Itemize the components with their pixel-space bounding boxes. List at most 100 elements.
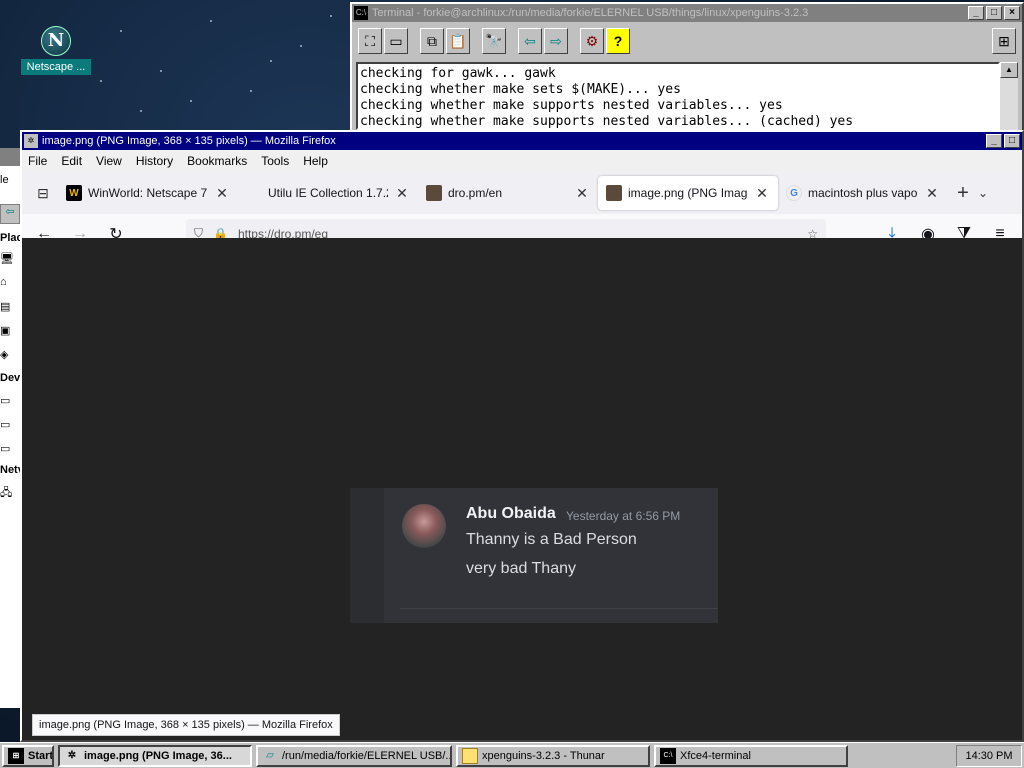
taskbar-item-terminal[interactable]: C:\ Xfce4-terminal (654, 744, 848, 767)
taskbar-item-label: /run/media/forkie/ELERNEL USB/... (282, 749, 452, 762)
close-button[interactable]: × (1004, 6, 1020, 20)
menu-file[interactable]: File (28, 154, 47, 168)
firefox-view-icon[interactable]: ⊟ (28, 178, 58, 208)
maximize-button[interactable]: □ (1004, 134, 1020, 148)
copy-icon[interactable]: ⧉ (420, 28, 444, 54)
back-arrow-icon[interactable]: ⇦ (518, 28, 542, 54)
tab-label: image.png (PNG Image, 3 (628, 186, 748, 200)
taskbar-item-label: image.png (PNG Image, 36... (84, 749, 232, 762)
terminal-line: checking for gawk... gawk (360, 66, 556, 81)
menubar: File Edit View History Bookmarks Tools H… (22, 150, 1022, 172)
desktop-icon[interactable]: ◈ (0, 348, 8, 361)
tab-dropm[interactable]: dro.pm/en ✕ (418, 176, 598, 210)
help-icon[interactable]: ? (606, 28, 630, 54)
terminal-titlebar[interactable]: C:\ Terminal - forkie@archlinux:/run/med… (352, 4, 1022, 22)
forward-arrow-icon[interactable]: ⇨ (544, 28, 568, 54)
drive-icon[interactable]: ▭ (0, 394, 10, 407)
user-avatar (402, 504, 446, 548)
displayed-image[interactable]: Abu Obaida Yesterday at 6:56 PM Thanny i… (350, 488, 718, 623)
terminal-output[interactable]: checking for gawk... gawk checking whethe… (356, 62, 1000, 130)
menu-help[interactable]: Help (303, 154, 328, 168)
documents-icon[interactable]: ▤ (0, 300, 10, 313)
dropm-favicon-icon (426, 185, 442, 201)
font-icon[interactable]: ⊞ (992, 28, 1016, 54)
firefox-title: image.png (PNG Image, 368 × 135 pixels) … (42, 135, 336, 147)
drive-icon[interactable]: ▭ (0, 442, 10, 455)
paste-icon[interactable]: 📋 (446, 28, 470, 54)
mark-icon[interactable]: ⛶ (358, 28, 382, 54)
page-content: Abu Obaida Yesterday at 6:56 PM Thanny i… (22, 238, 1022, 740)
minimize-button[interactable]: _ (968, 6, 984, 20)
taskbar-item-firefox[interactable]: ✲ image.png (PNG Image, 36... (58, 744, 252, 767)
tab-strip: ⊟ W WinWorld: Netscape 7.2 | ✕ Utilu IE … (22, 172, 1022, 214)
firefox-app-icon[interactable]: ✲ (24, 134, 38, 148)
tab-close-icon[interactable]: ✕ (394, 185, 410, 202)
taskbar: ⊞ Start ✲ image.png (PNG Image, 36... ▱ … (0, 742, 1024, 768)
taskbar-item-label: xpenguins-3.2.3 - Thunar (482, 749, 605, 762)
back-icon[interactable]: ⇦ (0, 204, 20, 224)
folder-taskbar-icon: ▱ (266, 750, 274, 761)
terminal-taskbar-icon: C:\ (660, 747, 676, 764)
tab-close-icon[interactable]: ✕ (924, 185, 940, 202)
taskbar-item-label: Xfce4-terminal (680, 749, 751, 762)
drive-icon[interactable]: ▭ (0, 418, 10, 431)
terminal-app-icon[interactable]: C:\ (354, 6, 368, 20)
netscape-desktop-icon[interactable]: N Netscape ... (20, 26, 92, 75)
tab-label: Utilu IE Collection 1.7.2.1 | (268, 186, 388, 200)
home-icon[interactable]: ⌂ (0, 276, 7, 288)
firefox-titlebar[interactable]: ✲ image.png (PNG Image, 368 × 135 pixels… (22, 132, 1022, 150)
computer-icon[interactable]: 🖥 (0, 252, 14, 265)
menu-bookmarks[interactable]: Bookmarks (187, 154, 247, 168)
tab-label: dro.pm/en (448, 186, 503, 200)
terminal-scrollbar[interactable]: ▲ (1000, 62, 1018, 130)
start-icon: ⊞ (8, 747, 24, 764)
maximize-button[interactable]: □ (986, 6, 1002, 20)
firefox-taskbar-icon: ✲ (67, 750, 77, 761)
find-icon[interactable]: 🔭 (482, 28, 506, 54)
terminal-toolbar: ⛶ ▭ ⧉ 📋 🔭 ⇦ ⇨ ⚙ ? ⊞ (352, 22, 1022, 60)
image-favicon-icon (606, 185, 622, 201)
menu-edit[interactable]: Edit (61, 154, 82, 168)
tab-close-icon[interactable]: ✕ (754, 185, 770, 202)
menu-history[interactable]: History (136, 154, 173, 168)
taskbar-item-thunar[interactable]: xpenguins-3.2.3 - Thunar (456, 744, 650, 767)
message-timestamp: Yesterday at 6:56 PM (566, 509, 681, 523)
tab-list-chevron-icon[interactable]: ⌄ (978, 186, 998, 200)
utilu-favicon-icon (246, 185, 262, 201)
minimize-button[interactable]: _ (986, 134, 1002, 148)
tab-close-icon[interactable]: ✕ (574, 185, 590, 202)
start-button[interactable]: ⊞ Start (2, 744, 54, 767)
system-tray-clock[interactable]: 14:30 PM (956, 744, 1022, 767)
netscape-logo-icon: N (41, 26, 71, 56)
google-favicon-icon: G (786, 185, 802, 201)
terminal-line: checking whether make sets $(MAKE)... ye… (360, 82, 681, 97)
properties-icon[interactable]: ⚙ (580, 28, 604, 54)
tab-winworld[interactable]: W WinWorld: Netscape 7.2 | ✕ (58, 176, 238, 210)
scroll-up-icon[interactable]: ▲ (1000, 62, 1018, 78)
start-label: Start (28, 749, 54, 762)
taskbar-item-usb-folder[interactable]: ▱ /run/media/forkie/ELERNEL USB/... (256, 744, 452, 767)
tab-image-png[interactable]: image.png (PNG Image, 3 ✕ (598, 176, 778, 210)
file-manager-menu-label[interactable]: le (0, 174, 9, 186)
tab-utilu[interactable]: Utilu IE Collection 1.7.2.1 | ✕ (238, 176, 418, 210)
trash-icon[interactable]: ▣ (0, 324, 10, 337)
tab-label: macintosh plus vaporwav (808, 186, 918, 200)
tab-google-search[interactable]: G macintosh plus vaporwav ✕ (778, 176, 948, 210)
terminal-line: checking whether make supports nested va… (360, 98, 783, 113)
network-icon[interactable]: 🖧 (0, 484, 12, 503)
folder-taskbar-icon (462, 747, 478, 764)
menu-view[interactable]: View (96, 154, 122, 168)
terminal-window: C:\ Terminal - forkie@archlinux:/run/med… (350, 2, 1024, 132)
new-tab-button[interactable]: + (948, 178, 978, 208)
terminal-title: Terminal - forkie@archlinux:/run/media/f… (372, 7, 809, 19)
message-username: Abu Obaida (466, 505, 556, 522)
tab-label: WinWorld: Netscape 7.2 | (88, 186, 208, 200)
tab-close-icon[interactable]: ✕ (214, 185, 230, 202)
fullscreen-icon[interactable]: ▭ (384, 28, 408, 54)
status-tooltip: image.png (PNG Image, 368 × 135 pixels) … (32, 714, 340, 736)
terminal-line: checking whether make supports nested va… (360, 114, 854, 129)
netscape-icon-label: Netscape ... (21, 59, 91, 75)
firefox-window: ✲ image.png (PNG Image, 368 × 135 pixels… (20, 130, 1024, 742)
menu-tools[interactable]: Tools (261, 154, 289, 168)
winworld-favicon-icon: W (66, 185, 82, 201)
